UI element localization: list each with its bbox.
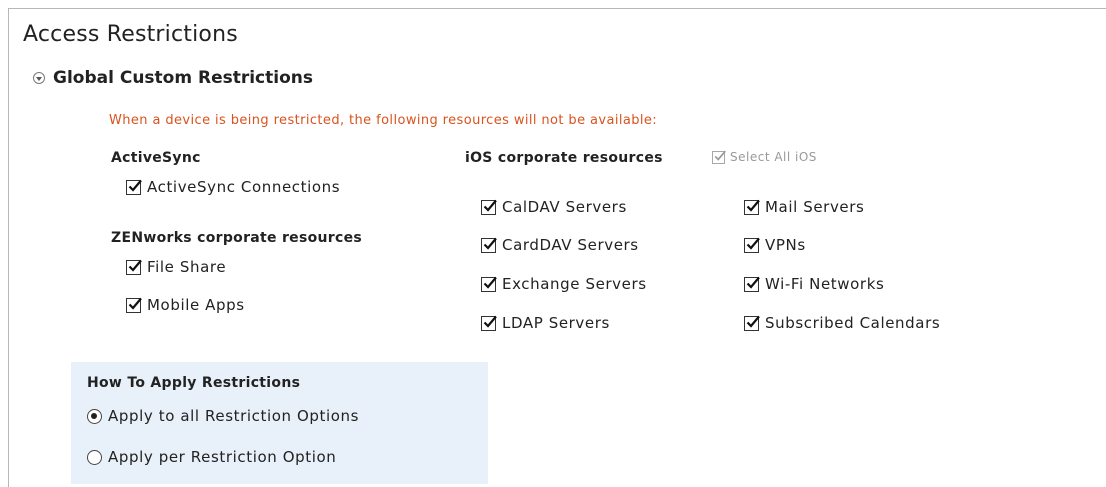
checkbox-label: File Share: [147, 258, 227, 276]
radio-selected-icon[interactable]: [87, 408, 102, 424]
radio-unselected-icon[interactable]: [87, 449, 102, 465]
apply-restrictions-title: How To Apply Restrictions: [87, 375, 301, 391]
checkbox-checked-icon[interactable]: [481, 199, 497, 215]
zenworks-group-label: ZENworks corporate resources: [111, 230, 363, 246]
checkbox-label: Wi-Fi Networks: [765, 275, 885, 293]
checkbox-label: LDAP Servers: [502, 314, 610, 332]
select-all-ios-label: Select All iOS: [730, 150, 817, 164]
checkbox-checked-icon[interactable]: [744, 237, 760, 253]
checkbox-checked-icon[interactable]: [126, 297, 142, 313]
checkbox-label: Mobile Apps: [147, 296, 245, 314]
checkbox-label: ActiveSync Connections: [147, 178, 341, 196]
checkbox-label: Exchange Servers: [502, 275, 647, 293]
mail-servers-checkbox[interactable]: Mail Servers: [744, 198, 864, 216]
mobile-apps-checkbox[interactable]: Mobile Apps: [126, 296, 245, 314]
checkbox-checked-icon[interactable]: [481, 315, 497, 331]
vpns-checkbox[interactable]: VPNs: [744, 236, 806, 254]
restriction-warning: When a device is being restricted, the f…: [109, 113, 658, 128]
radio-label: Apply per Restriction Option: [108, 448, 337, 466]
apply-restrictions-panel: How To Apply Restrictions Apply to all R…: [71, 362, 488, 484]
wifi-networks-checkbox[interactable]: Wi-Fi Networks: [744, 275, 884, 293]
ldap-servers-checkbox[interactable]: LDAP Servers: [481, 314, 610, 332]
carddav-servers-checkbox[interactable]: CardDAV Servers: [481, 236, 639, 254]
apply-per-option-radio-option[interactable]: Apply per Restriction Option: [87, 448, 336, 466]
expand-toggle-icon[interactable]: [33, 72, 45, 84]
checkbox-checked-icon[interactable]: [126, 259, 142, 275]
checkbox-checked-icon[interactable]: [481, 276, 497, 292]
subscribed-calendars-checkbox[interactable]: Subscribed Calendars: [744, 314, 940, 332]
checkbox-checked-icon[interactable]: [744, 315, 760, 331]
page-title: Access Restrictions: [23, 22, 238, 47]
file-share-checkbox[interactable]: File Share: [126, 258, 226, 276]
checkbox-label: Subscribed Calendars: [765, 314, 941, 332]
section-header[interactable]: Global Custom Restrictions: [33, 68, 313, 88]
ios-group-label: iOS corporate resources: [465, 150, 663, 166]
select-all-ios-checkbox[interactable]: Select All iOS: [712, 150, 817, 164]
checkbox-label: CalDAV Servers: [502, 198, 627, 216]
caldav-servers-checkbox[interactable]: CalDAV Servers: [481, 198, 627, 216]
checkbox-checked-icon[interactable]: [481, 237, 497, 253]
activesync-connections-checkbox[interactable]: ActiveSync Connections: [126, 178, 340, 196]
radio-label: Apply to all Restriction Options: [108, 407, 360, 425]
exchange-servers-checkbox[interactable]: Exchange Servers: [481, 275, 647, 293]
checkbox-label: CardDAV Servers: [502, 236, 639, 254]
checkbox-checked-disabled-icon[interactable]: [712, 150, 726, 164]
checkbox-checked-icon[interactable]: [744, 199, 760, 215]
activesync-group-label: ActiveSync: [111, 150, 201, 166]
checkbox-label: VPNs: [765, 236, 806, 254]
apply-all-radio-option[interactable]: Apply to all Restriction Options: [87, 407, 359, 425]
section-title: Global Custom Restrictions: [53, 68, 313, 88]
checkbox-label: Mail Servers: [765, 198, 865, 216]
checkbox-checked-icon[interactable]: [126, 179, 142, 195]
checkbox-checked-icon[interactable]: [744, 276, 760, 292]
